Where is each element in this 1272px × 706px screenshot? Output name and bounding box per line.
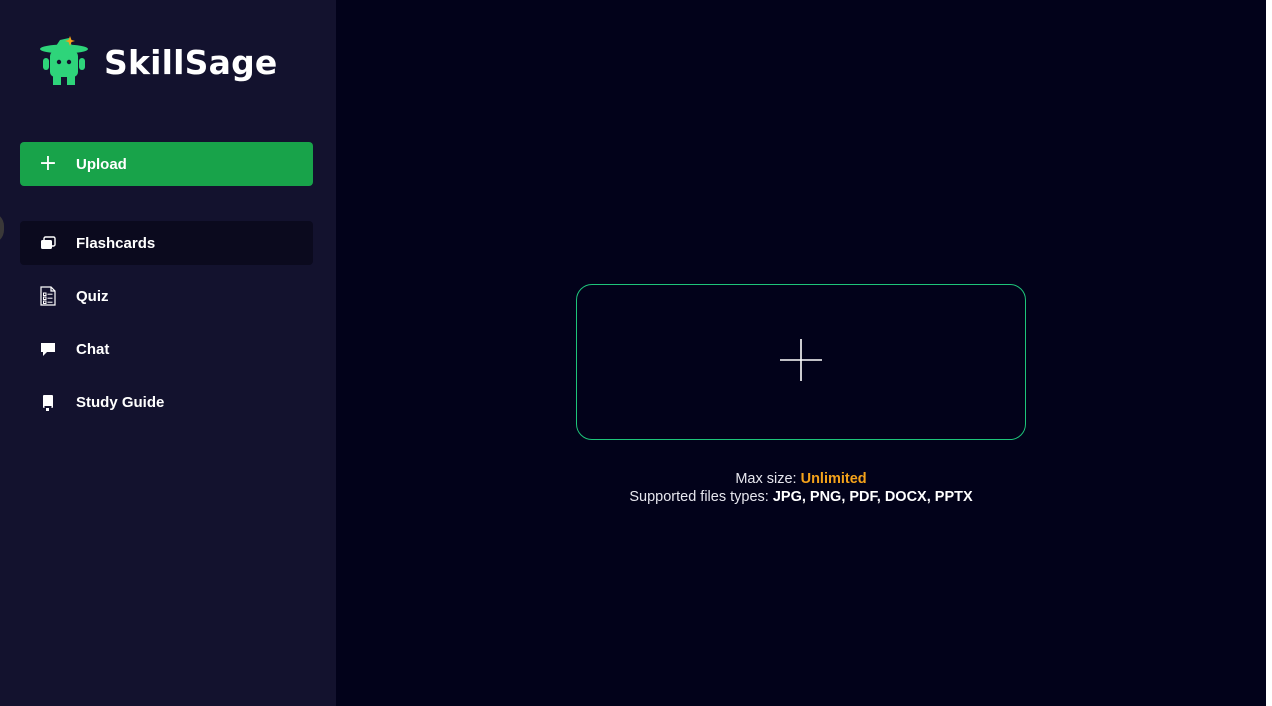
file-types-line: Supported files types: JPG, PNG, PDF, DO… xyxy=(336,488,1266,506)
sidebar: SkillSage + Upload Flashcards Quiz Chat … xyxy=(0,0,336,706)
sidebar-item-label: Flashcards xyxy=(76,234,156,252)
sidebar-item-study-guide[interactable]: Study Guide xyxy=(20,380,313,424)
app-window: SkillSage + Upload Flashcards Quiz Chat … xyxy=(0,0,1272,706)
brand-logo[interactable]: SkillSage xyxy=(38,36,278,88)
upload-button[interactable]: + Upload xyxy=(20,142,313,186)
brand-name: SkillSage xyxy=(104,42,278,82)
quiz-icon xyxy=(20,286,76,306)
window-edge xyxy=(1266,0,1272,706)
file-dropzone[interactable] xyxy=(576,284,1026,440)
upload-info: Max size: Unlimited Supported files type… xyxy=(336,470,1266,506)
max-size-line: Max size: Unlimited xyxy=(336,470,1266,488)
plus-icon: + xyxy=(38,151,58,176)
wizard-mascot-icon xyxy=(38,36,92,88)
main-content: Max size: Unlimited Supported files type… xyxy=(336,0,1266,706)
sidebar-collapse-handle[interactable] xyxy=(0,212,4,244)
max-size-label: Max size: xyxy=(735,471,801,487)
sidebar-item-label: Study Guide xyxy=(76,393,165,411)
sidebar-item-label: Quiz xyxy=(76,287,109,305)
sidebar-item-quiz[interactable]: Quiz xyxy=(20,274,313,318)
sidebar-item-label: Chat xyxy=(76,340,110,358)
study-guide-icon xyxy=(20,394,76,411)
sidebar-item-flashcards[interactable]: Flashcards xyxy=(20,221,313,265)
file-types-label: Supported files types: xyxy=(629,489,773,505)
flashcards-icon xyxy=(20,236,76,250)
sidebar-item-chat[interactable]: Chat xyxy=(20,327,313,371)
upload-button-label: Upload xyxy=(76,155,127,173)
file-types-value: JPG, PNG, PDF, DOCX, PPTX xyxy=(772,489,973,505)
sidebar-nav: Flashcards Quiz Chat Study Guide xyxy=(20,221,313,433)
plus-icon xyxy=(779,338,823,387)
max-size-value: Unlimited xyxy=(800,471,867,487)
chat-icon xyxy=(20,342,76,357)
